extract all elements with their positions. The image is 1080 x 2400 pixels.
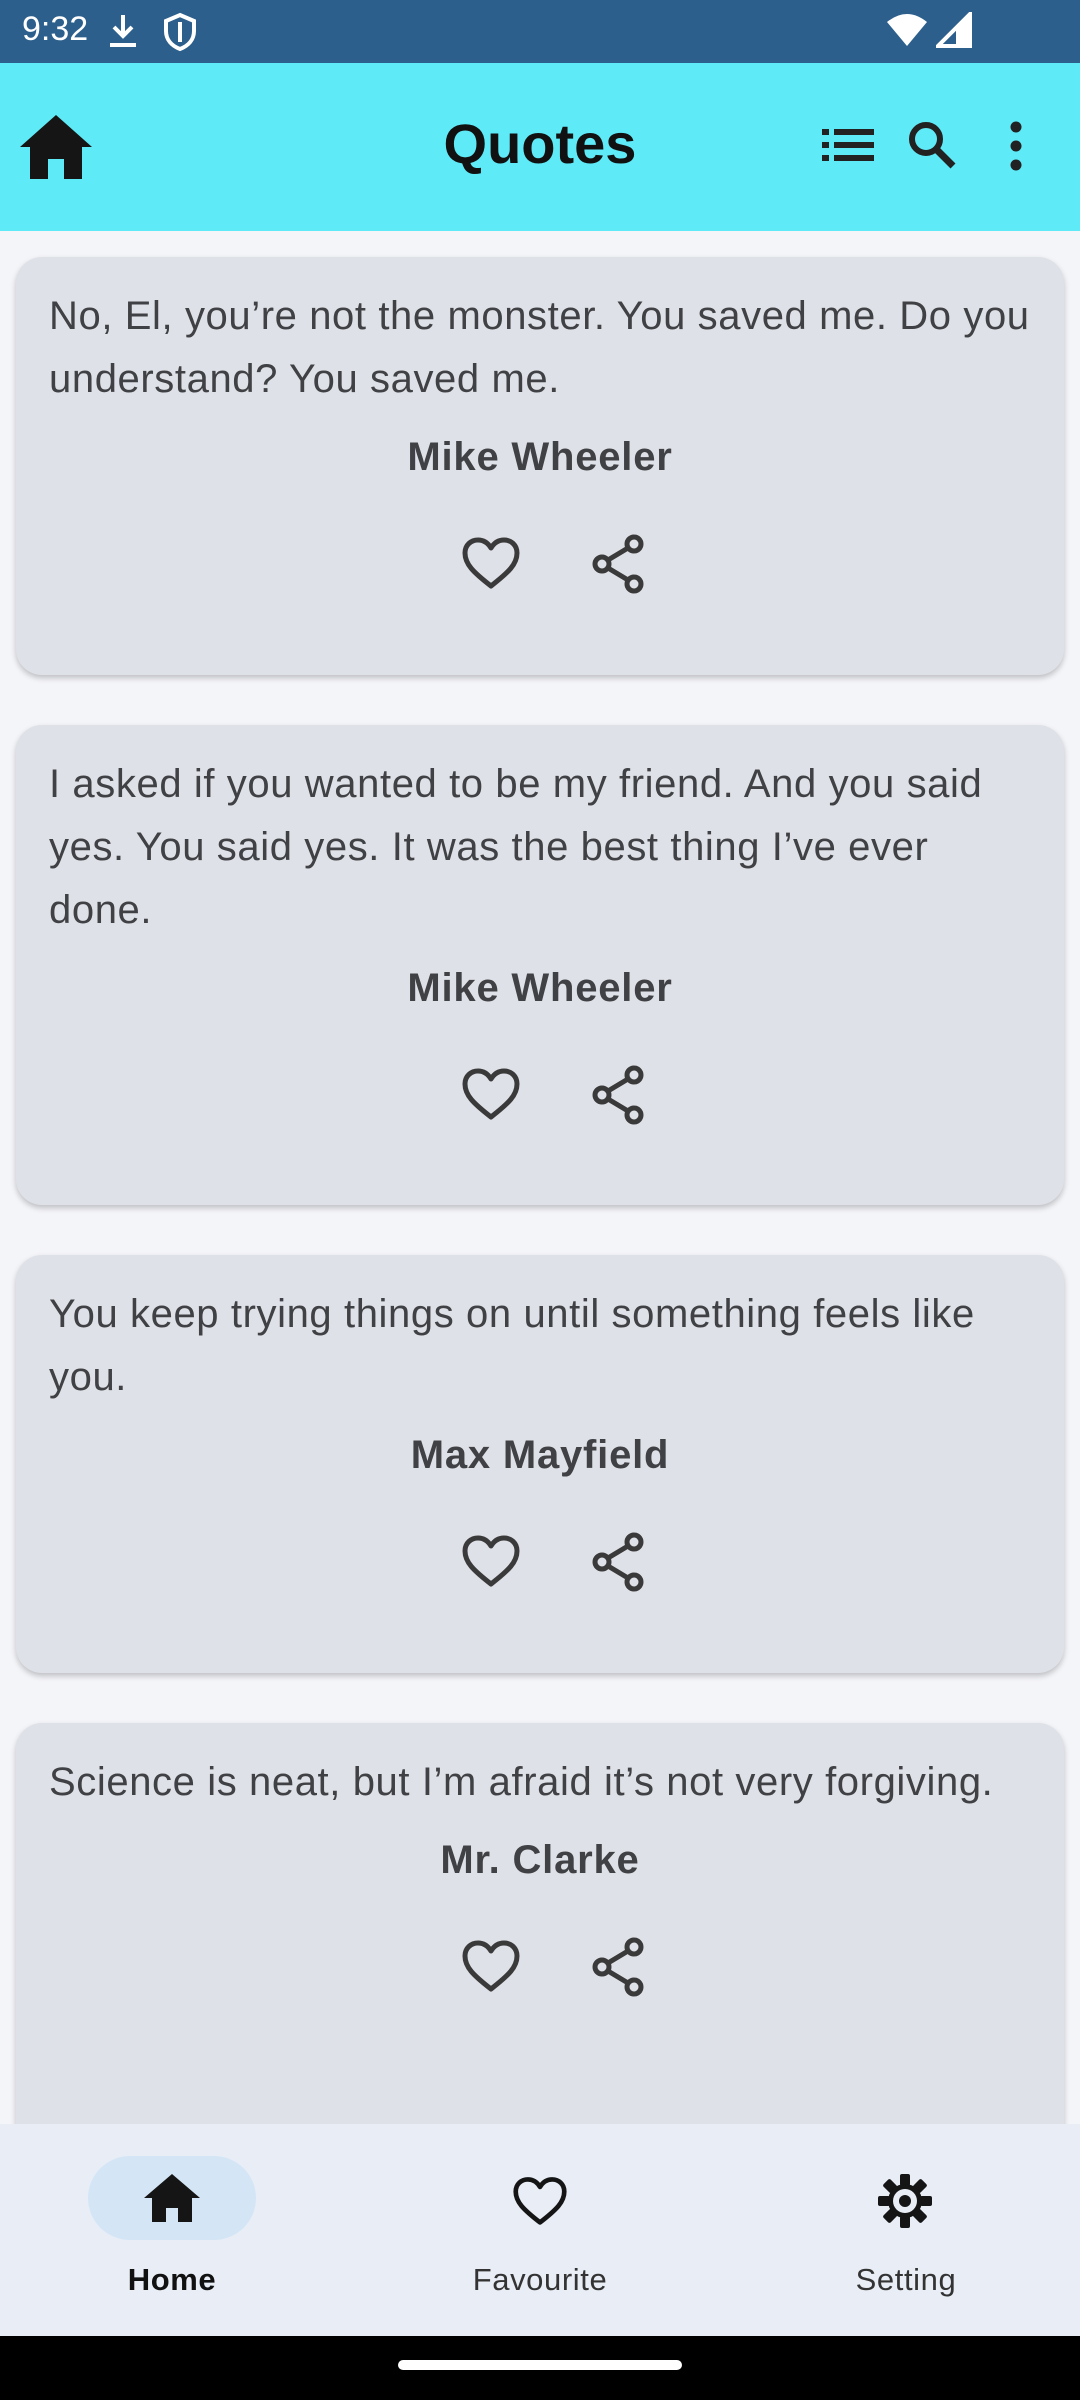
quote-actions (49, 1063, 1031, 1133)
share-button[interactable] (587, 1935, 651, 1999)
nav-label: Home (127, 2262, 217, 2297)
share-icon (592, 1532, 644, 1592)
quote-text: I asked if you wanted to be my friend. A… (49, 762, 983, 932)
wifi-icon (886, 12, 928, 53)
nav-label: Favourite (472, 2262, 608, 2297)
quote-actions (49, 532, 1031, 602)
gesture-handle[interactable] (398, 2360, 682, 2370)
share-button[interactable] (587, 1063, 651, 1127)
favorite-button[interactable] (459, 1530, 523, 1594)
favorite-button[interactable] (459, 532, 523, 596)
heart-icon (510, 2172, 570, 2233)
quote-actions (49, 1935, 1031, 2005)
list-icon[interactable] (822, 125, 874, 170)
quote-text: You keep trying things on until somethin… (49, 1292, 975, 1399)
home-icon (142, 2172, 202, 2229)
more-vert-icon[interactable] (1004, 121, 1028, 176)
share-icon (592, 1065, 644, 1125)
favorite-button[interactable] (459, 1063, 523, 1127)
status-bar: 9:32 (0, 0, 1080, 63)
heart-icon (462, 537, 520, 589)
search-icon[interactable] (906, 119, 958, 176)
bottom-nav: Home Favourite Setting (0, 2124, 1080, 2336)
quote-card: You keep trying things on until somethin… (16, 1255, 1064, 1673)
quote-text: No, El, you’re not the monster. You save… (49, 294, 1030, 401)
nav-item-setting[interactable]: Setting (756, 2156, 1056, 2306)
nav-item-favourite[interactable]: Favourite (390, 2156, 690, 2306)
quote-card: No, El, you’re not the monster. You save… (16, 257, 1064, 675)
gesture-nav-bar (0, 2336, 1080, 2400)
shield-icon (162, 12, 198, 57)
quote-author: Max Mayfield (410, 1433, 670, 1477)
heart-icon (462, 1940, 520, 1992)
quote-card: I asked if you wanted to be my friend. A… (16, 725, 1064, 1205)
download-icon (106, 12, 140, 55)
nav-label: Setting (855, 2262, 957, 2297)
signal-icon (933, 9, 972, 53)
quote-card: Science is neat, but I’m afraid it’s not… (16, 1723, 1064, 2124)
quote-feed[interactable]: No, El, you’re not the monster. You save… (0, 231, 1080, 2124)
status-time: 9:32 (22, 10, 89, 48)
gear-icon (876, 2172, 934, 2235)
quote-author: Mike Wheeler (407, 966, 673, 1010)
share-button[interactable] (587, 1530, 651, 1594)
quote-actions (49, 1530, 1031, 1600)
favorite-button[interactable] (459, 1935, 523, 1999)
share-icon (592, 1937, 644, 1997)
quote-text: Science is neat, but I’m afraid it’s not… (49, 1760, 994, 1804)
share-button[interactable] (587, 532, 651, 596)
heart-icon (462, 1068, 520, 1120)
heart-icon (462, 1535, 520, 1587)
share-icon (592, 534, 644, 594)
quote-author: Mr. Clarke (440, 1838, 640, 1882)
quote-author: Mike Wheeler (407, 435, 673, 479)
app-bar: Quotes (0, 63, 1080, 231)
nav-item-home[interactable]: Home (22, 2156, 322, 2306)
